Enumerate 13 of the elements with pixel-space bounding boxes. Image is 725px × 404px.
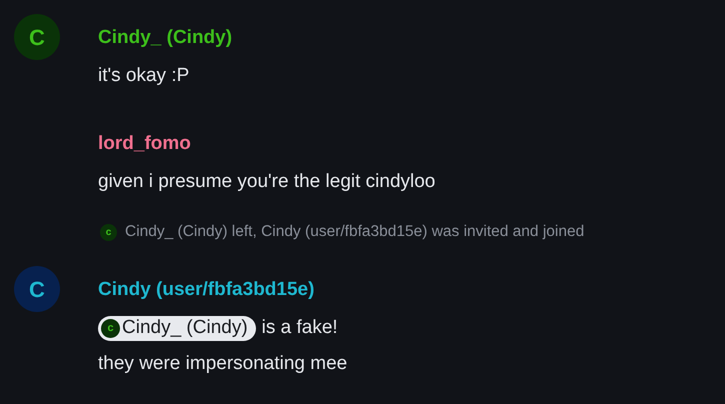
message-text: given i presume you're the legit cindyloo (98, 170, 436, 194)
message-text: it's okay :P (98, 64, 190, 88)
sender-name[interactable]: lord_fomo (98, 132, 191, 156)
user-avatar[interactable]: C (14, 14, 60, 60)
message-text: is a fake! (262, 316, 338, 340)
user-avatar[interactable]: C (14, 266, 60, 312)
avatar-icon: c (101, 318, 120, 338)
event-text: Cindy_ (Cindy) left, Cindy (user/fbfa3bd15e) was invited and joined (125, 222, 584, 242)
message-text: they were impersonating mee (98, 352, 348, 376)
sender-name[interactable]: Cindy_ (Cindy) (98, 26, 232, 50)
user-mention[interactable]: c Cindy_ (Cindy) (98, 316, 256, 340)
avatar-icon: c (100, 224, 117, 240)
sender-name[interactable]: Cindy (user/fbfa3bd15e) (98, 278, 314, 302)
